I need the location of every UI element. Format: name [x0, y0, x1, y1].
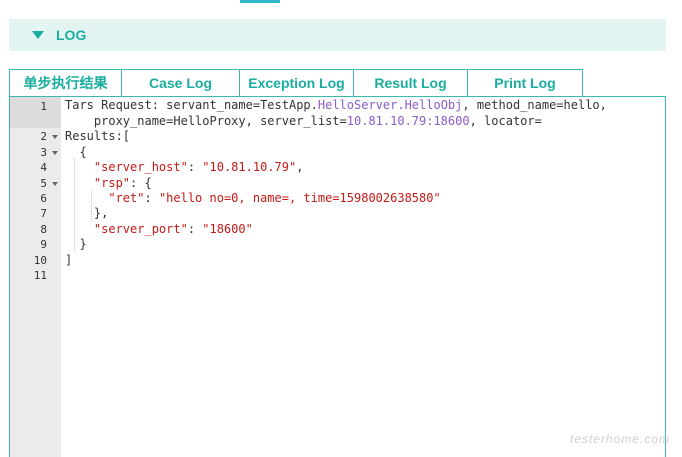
- tab-step-result[interactable]: 单步执行结果: [9, 69, 122, 96]
- code-line: proxy_name=HelloProxy, server_list=10.81…: [65, 114, 542, 128]
- tab-print-log[interactable]: Print Log: [467, 69, 583, 96]
- code-line: "rsp": {: [93, 176, 152, 190]
- line-number: 7: [40, 207, 47, 220]
- line-number: 11: [33, 269, 47, 282]
- active-tab-indicator: [240, 0, 280, 3]
- line-number: 9: [40, 238, 47, 251]
- code-editor[interactable]: 1 2 3 4 5 6 7 8 9 10 11 Tars Request: se…: [9, 96, 666, 457]
- code-line: "ret": "hello no=0, name=, time=15980026…: [108, 191, 441, 205]
- log-tabs: 单步执行结果 Case Log Exception Log Result Log…: [9, 69, 583, 97]
- line-number: 4: [40, 161, 47, 174]
- line-number: 6: [40, 192, 47, 205]
- line-number: 3: [40, 146, 47, 159]
- code-line: {: [65, 145, 87, 159]
- code-line: },: [65, 206, 109, 220]
- tab-case-log[interactable]: Case Log: [121, 69, 240, 96]
- code-line: }: [65, 237, 87, 251]
- code-content: Tars Request: servant_name=TestApp.Hello…: [65, 97, 661, 344]
- log-section-title: LOG: [56, 27, 87, 43]
- code-line: ]: [65, 253, 73, 267]
- code-line: Results:[: [65, 129, 131, 143]
- fold-arrow-icon[interactable]: [52, 182, 58, 186]
- line-number: 10: [33, 254, 47, 267]
- tab-exception-log[interactable]: Exception Log: [239, 69, 354, 96]
- line-number: 5: [40, 177, 47, 190]
- tab-result-log[interactable]: Result Log: [353, 69, 468, 96]
- watermark: testerhome.com: [569, 432, 670, 446]
- fold-arrow-icon[interactable]: [52, 135, 58, 139]
- line-number: 1: [40, 100, 47, 113]
- caret-down-icon[interactable]: [32, 31, 44, 39]
- code-line: Tars Request: servant_name=TestApp.Hello…: [65, 98, 607, 112]
- log-section-header[interactable]: LOG: [9, 19, 666, 51]
- code-line: "server_host": "10.81.10.79",: [93, 160, 304, 174]
- fold-arrow-icon[interactable]: [52, 151, 58, 155]
- line-number: 2: [40, 130, 47, 143]
- line-number: 8: [40, 223, 47, 236]
- code-line: "server_port": "18600": [93, 222, 253, 236]
